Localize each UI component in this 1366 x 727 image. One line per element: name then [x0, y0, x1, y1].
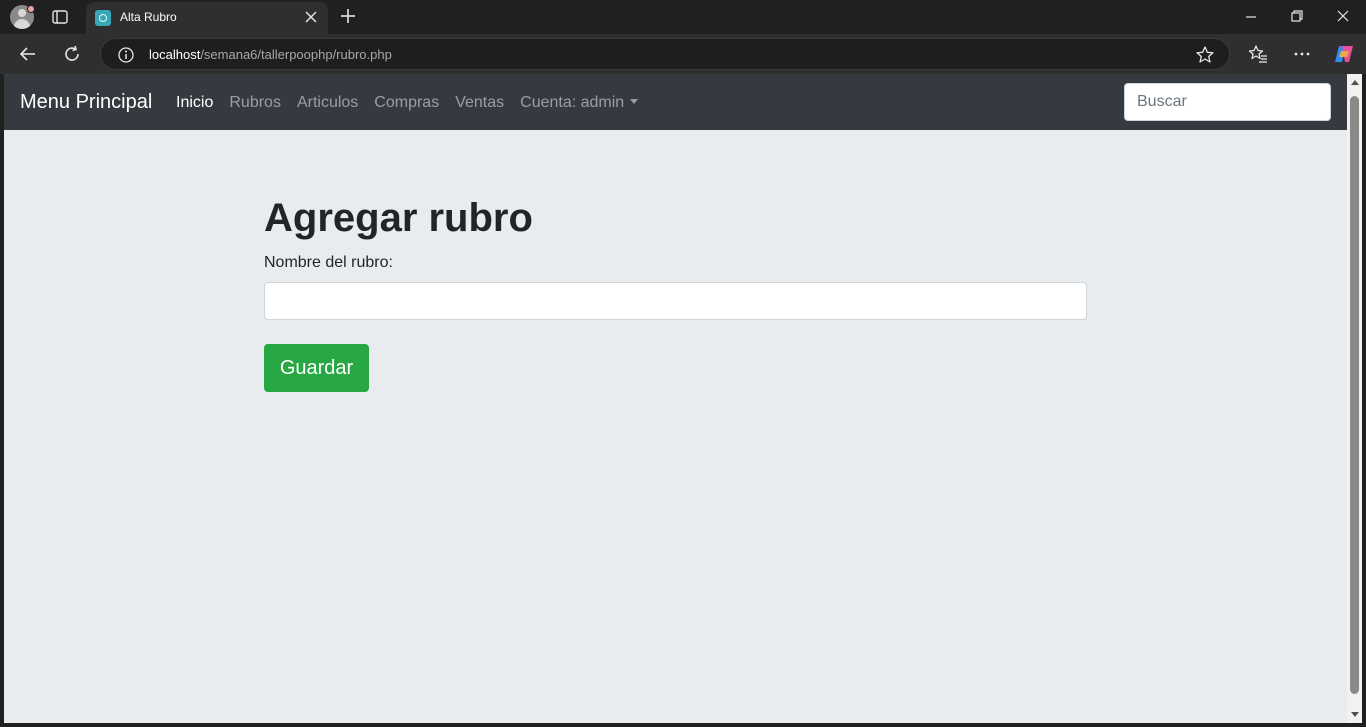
vertical-scrollbar[interactable] — [1347, 74, 1362, 723]
nav-link-articulos[interactable]: Articulos — [297, 94, 358, 112]
restore-icon[interactable] — [1289, 8, 1305, 24]
active-tab[interactable]: Alta Rubro — [86, 2, 328, 34]
nav-link-ventas[interactable]: Ventas — [455, 94, 504, 112]
nav-link-rubros[interactable]: Rubros — [229, 94, 281, 112]
tab-actions-icon[interactable] — [50, 7, 70, 27]
back-icon[interactable] — [18, 44, 38, 64]
page-viewport: Menu Principal Inicio Rubros Articulos C… — [4, 74, 1347, 723]
copilot-icon[interactable] — [1333, 43, 1355, 65]
scroll-down-icon[interactable] — [1351, 712, 1359, 717]
account-label: Cuenta: admin — [520, 94, 625, 111]
account-dropdown[interactable]: Cuenta: admin — [520, 94, 639, 112]
tab-title: Alta Rubro — [120, 10, 177, 24]
nav-link-inicio[interactable]: Inicio — [176, 94, 213, 112]
save-button[interactable]: Guardar — [264, 344, 369, 392]
browser-toolbar: localhost/semana6/tallerpoophp/rubro.php — [0, 34, 1366, 74]
search-input[interactable] — [1124, 83, 1331, 121]
caret-down-icon — [630, 99, 639, 104]
nav-link-compras[interactable]: Compras — [374, 94, 439, 112]
notification-dot — [27, 5, 35, 13]
info-icon[interactable] — [117, 46, 135, 64]
star-icon[interactable] — [1195, 45, 1215, 65]
reload-icon[interactable] — [62, 44, 82, 64]
nav-links: Inicio Rubros Articulos Compras Ventas C… — [176, 94, 639, 112]
scroll-up-icon[interactable] — [1351, 80, 1359, 85]
close-window-icon[interactable] — [1335, 8, 1351, 24]
address-bar[interactable]: localhost/semana6/tallerpoophp/rubro.php — [100, 38, 1230, 70]
url-text[interactable]: localhost/semana6/tallerpoophp/rubro.php — [149, 47, 392, 62]
favorites-icon[interactable] — [1248, 44, 1268, 64]
scroll-thumb[interactable] — [1350, 96, 1359, 694]
plus-icon[interactable] — [338, 6, 358, 26]
navbar-brand[interactable]: Menu Principal — [20, 91, 152, 114]
page-title: Agregar rubro — [264, 196, 533, 240]
rubro-name-label: Nombre del rubro: — [264, 254, 393, 271]
more-icon[interactable] — [1292, 44, 1312, 64]
rubro-name-input[interactable] — [264, 282, 1087, 320]
minimize-icon[interactable] — [1243, 8, 1259, 24]
favicon — [95, 10, 111, 26]
close-icon[interactable] — [304, 10, 318, 24]
top-navbar: Menu Principal Inicio Rubros Articulos C… — [4, 74, 1347, 130]
browser-tab-strip: Alta Rubro — [0, 0, 1366, 34]
